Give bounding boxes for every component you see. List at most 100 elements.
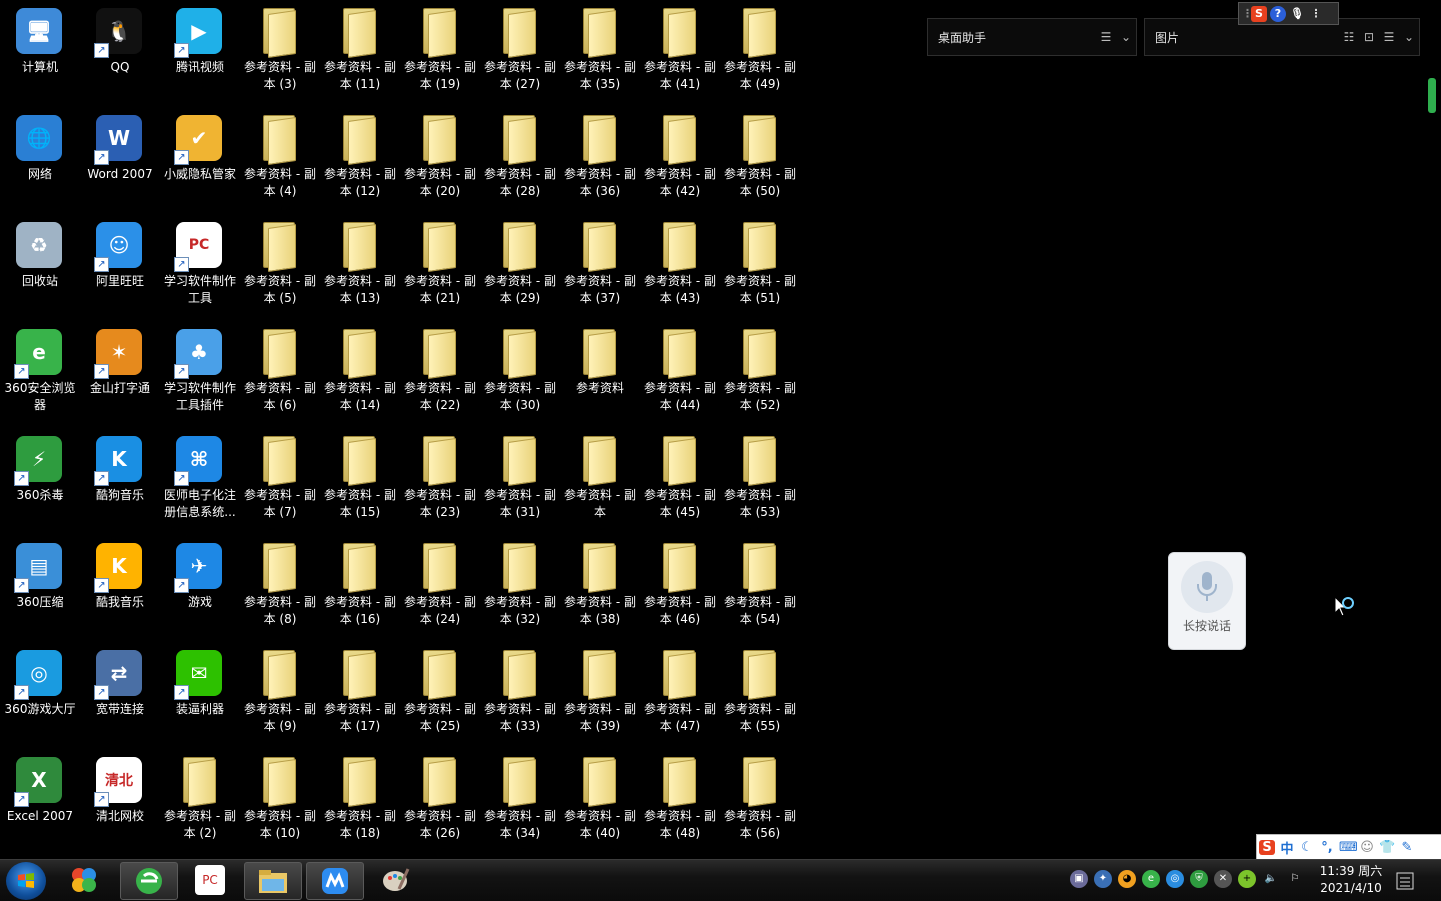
desktop-folder[interactable]: 参考资料 - 副本 (25) [400,642,480,749]
desktop-folder[interactable]: 参考资料 - 副本 (49) [720,0,800,107]
scrollbar-thumb[interactable] [1428,78,1436,113]
desktop-folder[interactable]: 参考资料 - 副本 (13) [320,214,400,321]
desktop-shortcut[interactable]: ▶ ↗ 腾讯视频 [160,0,240,107]
wrench-icon[interactable]: ✎ [1399,840,1415,855]
desktop-shortcut[interactable]: K ↗ 酷我音乐 [80,535,160,642]
desktop-folder[interactable]: 参考资料 - 副本 (10) [240,749,320,856]
taskbar-study-tool[interactable]: PC [182,862,238,898]
desktop-folder[interactable]: 参考资料 - 副本 (20) [400,107,480,214]
user-icon[interactable]: ☺ [1359,840,1375,855]
tray-app-icon[interactable]: ▣ [1070,870,1088,888]
desktop-folder[interactable]: 参考资料 - 副本 (42) [640,107,720,214]
keyboard-icon[interactable]: ⌨ [1339,840,1358,855]
desktop-folder[interactable]: 参考资料 - 副本 (9) [240,642,320,749]
tray-360-game-icon[interactable]: ◎ [1166,870,1184,888]
desktop-shortcut[interactable]: 🌐 网络 [0,107,80,214]
desktop-shortcut[interactable]: ⌘ ↗ 医师电子化注册信息系统... [160,428,240,535]
desktop-shortcut[interactable]: ▤ ↗ 360压缩 [0,535,80,642]
desktop-folder[interactable]: 参考资料 - 副本 (28) [480,107,560,214]
desktop-folder[interactable]: 参考资料 - 副本 (46) [640,535,720,642]
desktop-folder[interactable]: 参考资料 - 副本 (45) [640,428,720,535]
chevron-down-icon[interactable]: ⌄ [1116,30,1136,44]
desktop-folder[interactable]: 参考资料 - 副本 (26) [400,749,480,856]
desktop-folder[interactable]: 参考资料 - 副本 (22) [400,321,480,428]
punctuation-icon[interactable]: °, [1319,840,1335,855]
desktop-folder[interactable]: 参考资料 - 副本 (4) [240,107,320,214]
desktop-folder[interactable]: 参考资料 - 副本 (41) [640,0,720,107]
desktop-shortcut[interactable]: ☺ ↗ 阿里旺旺 [80,214,160,321]
desktop-folder[interactable]: 参考资料 - 副本 (21) [400,214,480,321]
desktop-folder[interactable]: 参考资料 - 副本 (37) [560,214,640,321]
desktop-folder[interactable]: 参考资料 - 副本 [560,428,640,535]
desktop-folder[interactable]: 参考资料 - 副本 (48) [640,749,720,856]
desktop-shortcut[interactable]: e ↗ 360安全浏览器 [0,321,80,428]
desktop-folder[interactable]: 参考资料 - 副本 (2) [160,749,240,856]
taskbar-maxthon[interactable] [306,862,364,900]
desktop-folder[interactable]: 参考资料 - 副本 (39) [560,642,640,749]
desktop-folder[interactable]: 参考资料 - 副本 (18) [320,749,400,856]
desktop-folder[interactable]: 参考资料 - 副本 (3) [240,0,320,107]
moon-icon[interactable]: ☾ [1299,840,1315,855]
desktop-folder[interactable]: 参考资料 - 副本 (5) [240,214,320,321]
desktop-folder[interactable]: 参考资料 - 副本 (30) [480,321,560,428]
ime-mode-toggle[interactable]: 中 [1279,838,1295,857]
show-desktop-icon[interactable] [1396,872,1414,890]
desktop-folder[interactable]: 参考资料 - 副本 (53) [720,428,800,535]
desktop-shortcut[interactable]: ⇄ ↗ 宽带连接 [80,642,160,749]
tray-network-manager-icon[interactable]: ✦ [1094,870,1112,888]
volume-icon[interactable]: 🔈 [1262,870,1280,888]
desktop-shortcut[interactable]: X ↗ Excel 2007 [0,749,80,856]
chevron-down-icon[interactable]: ⌄ [1399,30,1419,44]
desktop-folder[interactable]: 参考资料 - 副本 (8) [240,535,320,642]
desktop-folder[interactable]: 参考资料 - 副本 (19) [400,0,480,107]
desktop-shortcut[interactable]: ✔ ↗ 小威隐私管家 [160,107,240,214]
desktop-folder[interactable]: 参考资料 - 副本 (34) [480,749,560,856]
desktop-folder[interactable]: 参考资料 - 副本 (35) [560,0,640,107]
action-center-icon[interactable]: ⚐ [1286,870,1304,888]
skin-icon[interactable]: 👕 [1379,840,1395,855]
desktop-folder[interactable]: 参考资料 - 副本 (38) [560,535,640,642]
desktop-folder[interactable]: 参考资料 - 副本 (12) [320,107,400,214]
desktop-folder[interactable]: 参考资料 - 副本 (43) [640,214,720,321]
desktop-folder[interactable]: 参考资料 - 副本 (16) [320,535,400,642]
voice-input-widget[interactable]: 长按说话 [1168,552,1246,650]
desktop-folder[interactable]: 参考资料 - 副本 (54) [720,535,800,642]
taskbar-360-browser[interactable] [120,862,178,900]
desktop-shortcut[interactable]: ✉ ↗ 装逼利器 [160,642,240,749]
desktop-shortcut[interactable]: K ↗ 酷狗音乐 [80,428,160,535]
desktop-assistant-gadget[interactable]: 桌面助手 ☰ ⌄ [927,18,1137,56]
desktop-folder[interactable]: 参考资料 - 副本 (29) [480,214,560,321]
sogou-logo-icon[interactable]: S [1259,839,1275,855]
desktop-shortcut[interactable]: W ↗ Word 2007 [80,107,160,214]
desktop-folder[interactable]: 参考资料 - 副本 (56) [720,749,800,856]
microphone-icon[interactable] [1181,561,1233,613]
help-icon[interactable]: ? [1270,5,1286,22]
desktop-shortcut[interactable]: ✶ ↗ 金山打字通 [80,321,160,428]
lock-icon[interactable]: ⊡ [1359,30,1379,44]
desktop-folder[interactable]: 参考资料 - 副本 (44) [640,321,720,428]
desktop-folder[interactable]: 参考资料 - 副本 (51) [720,214,800,321]
sogou-logo-icon[interactable]: S [1251,5,1267,22]
desktop-folder[interactable]: 参考资料 - 副本 (50) [720,107,800,214]
desktop-folder[interactable]: 参考资料 - 副本 (36) [560,107,640,214]
desktop-folder[interactable]: 参考资料 - 副本 (17) [320,642,400,749]
tray-360-security-icon[interactable]: ⛨ [1190,870,1208,888]
taskbar-app-launcher[interactable] [56,862,112,898]
desktop-folder[interactable]: 参考资料 - 副本 (6) [240,321,320,428]
tray-qq-icon[interactable]: ◕ [1118,870,1136,888]
clock[interactable]: 11:39 周六 2021/4/10 [1316,863,1386,897]
desktop-folder[interactable]: 参考资料 - 副本 (11) [320,0,400,107]
gadget-scrollbar[interactable] [1428,48,1438,858]
desktop-shortcut[interactable]: 🖥 计算机 [0,0,80,107]
desktop-shortcut[interactable]: ✈ ↗ 游戏 [160,535,240,642]
desktop-shortcut[interactable]: 🐧 ↗ QQ [80,0,160,107]
list-view-icon[interactable]: ☷ [1339,30,1359,44]
microphone-icon[interactable]: 🎙 [1289,6,1305,22]
desktop-folder[interactable]: 参考资料 [560,321,640,428]
taskbar-paint[interactable] [368,862,424,898]
desktop-folder[interactable]: 参考资料 - 副本 (27) [480,0,560,107]
start-button[interactable] [6,862,46,900]
more-icon[interactable]: ⋮ [1308,6,1324,22]
desktop-folder[interactable]: 参考资料 - 副本 (40) [560,749,640,856]
menu-icon[interactable]: ☰ [1379,30,1399,44]
